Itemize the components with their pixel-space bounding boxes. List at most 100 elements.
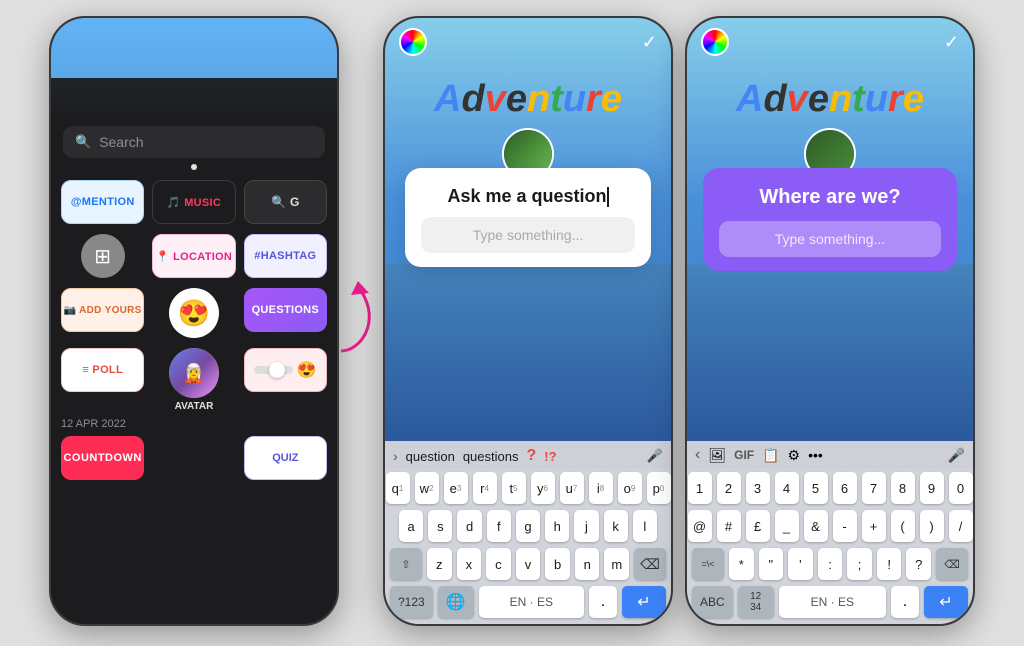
suggestion-question[interactable]: question — [406, 449, 455, 464]
toolbar-chevron[interactable]: ‹ — [695, 446, 700, 464]
key-lang[interactable]: EN · ES — [479, 586, 584, 618]
question-sticker-purple[interactable]: Where are we? Type something... — [703, 168, 957, 271]
key-amp[interactable]: & — [804, 510, 828, 542]
key-9[interactable]: 9 — [920, 472, 944, 504]
key-l[interactable]: l — [633, 510, 657, 542]
sticker-slider[interactable]: 😍 — [244, 348, 327, 392]
key-3[interactable]: 3 — [746, 472, 770, 504]
key-r[interactable]: r4 — [473, 472, 497, 504]
sticker-quiz[interactable]: QUIZ — [244, 436, 327, 480]
key-b[interactable]: b — [545, 548, 570, 580]
key-2[interactable]: 2 — [717, 472, 741, 504]
key-x[interactable]: x — [457, 548, 482, 580]
question-input[interactable]: Type something... — [421, 217, 635, 253]
done-checkmark-3[interactable]: ✓ — [944, 32, 959, 53]
key-o[interactable]: o9 — [618, 472, 642, 504]
sticker-questions[interactable]: QUESTIONS — [244, 288, 327, 332]
key-h[interactable]: h — [545, 510, 569, 542]
key-underscore[interactable]: _ — [775, 510, 799, 542]
key-n[interactable]: n — [575, 548, 600, 580]
key-f[interactable]: f — [487, 510, 511, 542]
key-w[interactable]: w2 — [415, 472, 439, 504]
key-abc[interactable]: ABC — [692, 586, 733, 618]
sticker-emoji-face[interactable]: 😍 — [169, 288, 219, 338]
sticker-hashtag[interactable]: #HASHTAG — [244, 234, 327, 278]
sticker-addyours[interactable]: 📷 ADD YOURS — [61, 288, 144, 332]
done-checkmark[interactable]: ✓ — [642, 32, 657, 53]
key-t[interactable]: t5 — [502, 472, 526, 504]
toolbar-clipboard[interactable]: 📋 — [762, 447, 779, 464]
key-a[interactable]: a — [399, 510, 423, 542]
key-c[interactable]: c — [486, 548, 511, 580]
key-u[interactable]: u7 — [560, 472, 584, 504]
key-q[interactable]: q1 — [386, 472, 410, 504]
sticker-location[interactable]: 📍 LOCATION — [152, 234, 235, 278]
sticker-avatar[interactable]: 🧝 — [169, 348, 219, 398]
key-enter-3[interactable]: ↵ — [924, 586, 968, 618]
key-z[interactable]: z — [427, 548, 452, 580]
key-e[interactable]: e3 — [444, 472, 468, 504]
key-num[interactable]: ?123 — [390, 586, 433, 618]
key-rparen[interactable]: ) — [920, 510, 944, 542]
key-1[interactable]: 1 — [688, 472, 712, 504]
key-question[interactable]: ? — [906, 548, 931, 580]
key-star[interactable]: * — [729, 548, 754, 580]
toolbar-mic[interactable]: 🎤 — [948, 447, 965, 464]
sticker-countdown[interactable]: COUNTDOWN — [61, 436, 144, 480]
key-period-3[interactable]: . — [891, 586, 919, 618]
toolbar-more[interactable]: ••• — [808, 447, 823, 463]
key-enter[interactable]: ↵ — [622, 586, 666, 618]
sticker-mention[interactable]: @MENTION — [61, 180, 144, 224]
key-s[interactable]: s — [428, 510, 452, 542]
key-4[interactable]: 4 — [775, 472, 799, 504]
sticker-poll[interactable]: ≡ POLL — [61, 348, 144, 392]
key-v[interactable]: v — [516, 548, 541, 580]
key-hash[interactable]: # — [717, 510, 741, 542]
toolbar-img[interactable]: 🖼 — [708, 447, 726, 464]
key-emoji[interactable]: 🌐 — [438, 586, 474, 618]
key-6[interactable]: 6 — [833, 472, 857, 504]
key-delete[interactable]: ⌫ — [634, 548, 666, 580]
key-p[interactable]: p0 — [647, 472, 671, 504]
suggestion-questions[interactable]: questions — [463, 449, 519, 464]
key-semicolon[interactable]: ; — [847, 548, 872, 580]
key-j[interactable]: j — [574, 510, 598, 542]
key-apos[interactable]: ' — [788, 548, 813, 580]
sticker-music[interactable]: 🎵 MUSIC — [152, 180, 235, 224]
key-d[interactable]: d — [457, 510, 481, 542]
toolbar-gif[interactable]: GIF — [734, 448, 754, 462]
key-k[interactable]: k — [604, 510, 628, 542]
color-wheel-icon-3[interactable] — [701, 28, 729, 56]
suggestion-interrobang[interactable]: !? — [544, 449, 556, 464]
question-sticker-white[interactable]: Ask me a question Type something... — [405, 168, 651, 267]
key-plus[interactable]: + — [862, 510, 886, 542]
key-5[interactable]: 5 — [804, 472, 828, 504]
key-dash[interactable]: - — [833, 510, 857, 542]
key-special-combo[interactable]: =\< — [692, 548, 724, 580]
key-pagenum[interactable]: 1234 — [738, 586, 774, 618]
key-slash[interactable]: / — [949, 510, 973, 542]
key-8[interactable]: 8 — [891, 472, 915, 504]
key-m[interactable]: m — [604, 548, 629, 580]
key-g[interactable]: g — [516, 510, 540, 542]
key-7[interactable]: 7 — [862, 472, 886, 504]
key-backspace-3[interactable]: ⌫ — [936, 548, 968, 580]
suggestion-question-mark[interactable]: ? — [526, 447, 536, 465]
key-quote[interactable]: " — [759, 548, 784, 580]
key-period[interactable]: . — [589, 586, 617, 618]
key-colon[interactable]: : — [818, 548, 843, 580]
key-lang-3[interactable]: EN · ES — [779, 586, 886, 618]
question-input-purple[interactable]: Type something... — [719, 221, 941, 257]
key-shift[interactable]: ⇧ — [390, 548, 422, 580]
key-pound[interactable]: £ — [746, 510, 770, 542]
key-exclaim[interactable]: ! — [877, 548, 902, 580]
color-wheel-icon[interactable] — [399, 28, 427, 56]
key-i[interactable]: i8 — [589, 472, 613, 504]
search-bar[interactable]: 🔍 Search — [63, 126, 325, 158]
sticker-add-button[interactable]: ⊞ — [81, 234, 125, 278]
key-at[interactable]: @ — [688, 510, 712, 542]
mic-icon[interactable]: 🎤 — [647, 448, 663, 464]
toolbar-settings[interactable]: ⚙ — [788, 447, 801, 464]
sticker-gif[interactable]: 🔍 G — [244, 180, 327, 224]
key-lparen[interactable]: ( — [891, 510, 915, 542]
